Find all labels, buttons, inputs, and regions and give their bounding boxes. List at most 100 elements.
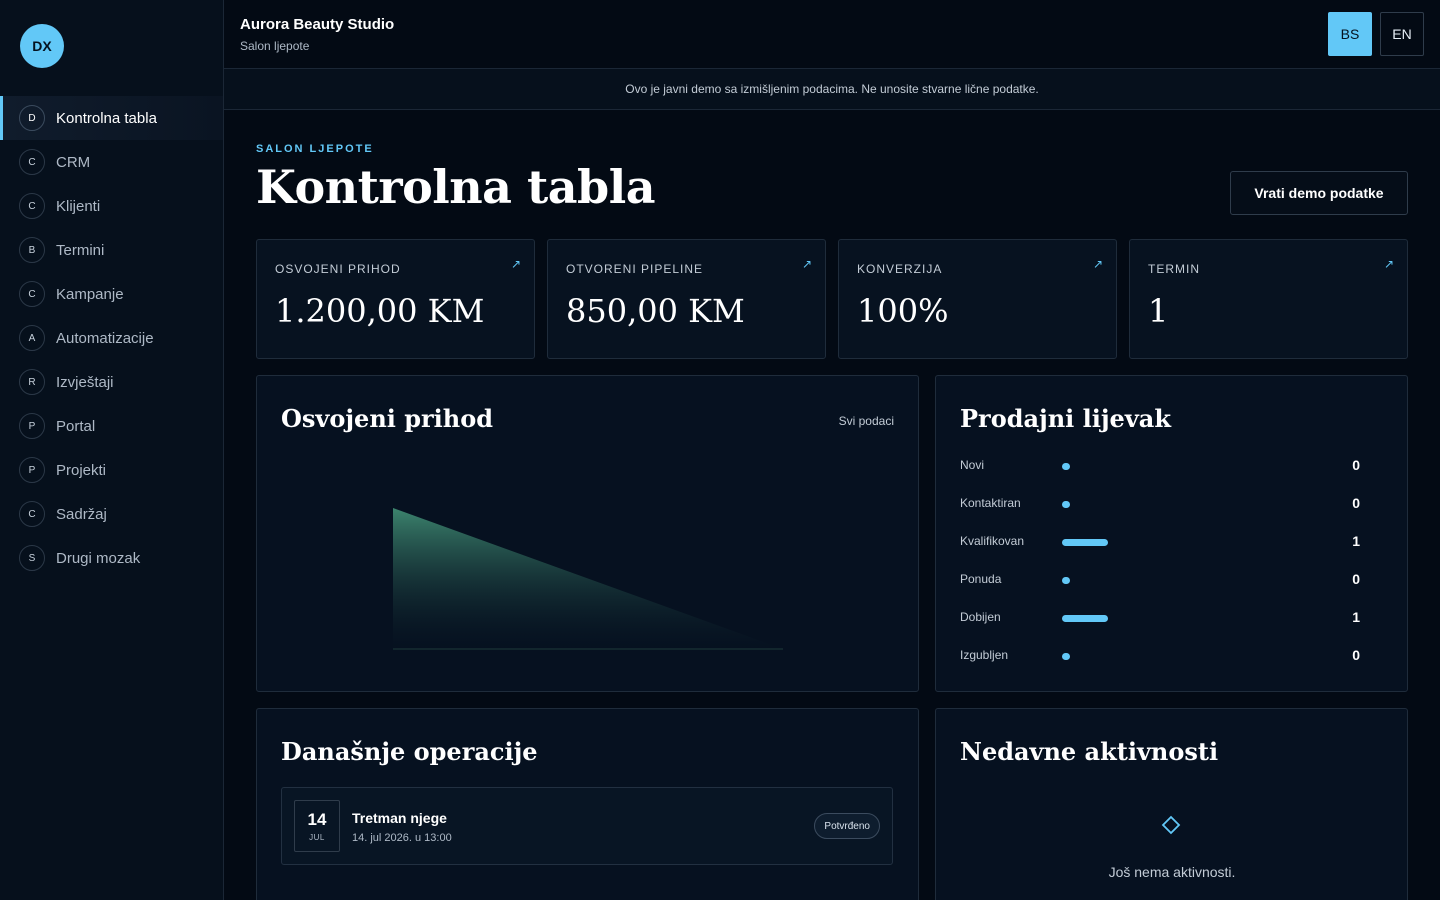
funnel-row: Dobijen 1 [960,608,1384,628]
app-logo[interactable]: DX [20,24,64,68]
today-operations-card: Današnje operacije 14 JUL Tretman njege … [256,708,919,900]
funnel-bar [1062,577,1070,584]
funnel-row: Izgubljen 0 [960,646,1384,666]
sidebar-nav: D Kontrolna tabla C CRM C Klijenti B Ter… [0,96,223,580]
sidebar-item-klijenti[interactable]: C Klijenti [0,184,223,228]
arrow-up-right-icon: ↗ [801,257,812,271]
sidebar-item-label: CRM [56,153,91,171]
funnel-stage-label: Izgubljen [960,648,1009,662]
recent-activity-card: Nedavne aktivnosti Još nema aktivnosti. [935,708,1408,900]
top-bar: Aurora Beauty Studio Salon ljepote BS EN [224,0,1440,69]
kpi-value: 850,00 KM [566,292,745,330]
operation-item[interactable]: 14 JUL Tretman njege 14. jul 2026. u 13:… [281,787,893,865]
sidebar-item-kontrolna-tabla[interactable]: D Kontrolna tabla [0,96,223,140]
kpi-card-won-revenue[interactable]: OSVOJENI PRIHOD ↗ 1.200,00 KM [256,239,535,359]
nav-badge-icon: D [19,105,45,131]
date-month: JUL [309,833,325,842]
sidebar-item-label: Termini [56,241,105,259]
kpi-value: 100% [857,292,949,330]
sales-funnel-card: Prodajni lijevak Novi 0 Kontaktiran 0 Kv… [935,375,1408,692]
sidebar-item-automatizacije[interactable]: A Automatizacije [0,316,223,360]
funnel-stage-label: Novi [960,458,985,472]
nav-badge-icon: C [19,193,45,219]
arrow-up-right-icon: ↗ [1383,257,1394,271]
sidebar-item-termini[interactable]: B Termini [0,228,223,272]
funnel-stage-label: Dobijen [960,610,1001,624]
funnel-stage-count: 0 [1352,457,1360,473]
card-title: Prodajni lijevak [960,404,1171,433]
operation-time: 14. jul 2026. u 13:00 [352,832,452,844]
funnel-stage-count: 0 [1352,647,1360,663]
sidebar-item-projekti[interactable]: P Projekti [0,448,223,492]
funnel-row: Kontaktiran 0 [960,494,1384,514]
reset-demo-data-button[interactable]: Vrati demo podatke [1230,171,1408,215]
funnel-stage-label: Kvalifikovan [960,534,1025,548]
sidebar-item-label: Klijenti [56,197,101,215]
sidebar-item-label: Projekti [56,461,107,479]
funnel-bar [1062,463,1070,470]
kpi-label: KONVERZIJA [857,262,943,276]
funnel-bar [1062,615,1108,622]
studio-subtitle: Salon ljepote [240,39,310,53]
sidebar-item-portal[interactable]: P Portal [0,404,223,448]
kpi-card-conversion[interactable]: KONVERZIJA ↗ 100% [838,239,1117,359]
diamond-icon [1161,815,1181,835]
card-title: Nedavne aktivnosti [960,737,1219,766]
nav-badge-icon: A [19,325,45,351]
funnel-stage-count: 1 [1352,533,1360,549]
sidebar-item-label: Portal [56,417,96,435]
sidebar-item-label: Drugi mozak [56,549,141,567]
status-badge: Potvrđeno [814,813,880,839]
funnel-stage-label: Ponuda [960,572,1002,586]
funnel-bar [1062,653,1070,660]
kpi-card-open-pipeline[interactable]: OTVORENI PIPELINE ↗ 850,00 KM [547,239,826,359]
kpi-value: 1 [1148,292,1169,330]
nav-badge-icon: R [19,369,45,395]
sidebar-item-izvjestaji[interactable]: R Izvještaji [0,360,223,404]
funnel-row: Novi 0 [960,456,1384,476]
nav-badge-icon: C [19,281,45,307]
sidebar-item-label: Automatizacije [56,329,154,347]
arrow-up-right-icon: ↗ [510,257,521,271]
revenue-area-chart [393,508,783,650]
arrow-up-right-icon: ↗ [1092,257,1103,271]
sidebar-item-label: Izvještaji [56,373,114,391]
page-title: Kontrolna tabla [256,160,656,214]
funnel-stage-count: 0 [1352,495,1360,511]
sidebar-item-crm[interactable]: C CRM [0,140,223,184]
date-day: 14 [307,810,327,829]
sidebar: DX D Kontrolna tabla C CRM C Klijenti B … [0,0,224,900]
kpi-value: 1.200,00 KM [275,292,485,330]
kpi-label: OTVORENI PIPELINE [566,262,704,276]
date-badge: 14 JUL [294,800,340,852]
nav-badge-icon: C [19,149,45,175]
sidebar-item-label: Sadržaj [56,505,107,523]
sidebar-item-label: Kontrolna tabla [56,109,157,127]
sidebar-item-drugi-mozak[interactable]: S Drugi mozak [0,536,223,580]
demo-notice-banner: Ovo je javni demo sa izmišljenim podacim… [224,69,1440,110]
funnel-row: Ponuda 0 [960,570,1384,590]
card-title: Današnje operacije [281,737,538,766]
funnel-stage-count: 0 [1352,571,1360,587]
nav-badge-icon: S [19,545,45,571]
funnel-bar [1062,501,1070,508]
operation-title: Tretman njege [352,810,447,826]
sidebar-item-label: Kampanje [56,285,124,303]
language-en-button[interactable]: EN [1380,12,1424,56]
nav-badge-icon: P [19,413,45,439]
kpi-label: OSVOJENI PRIHOD [275,262,401,276]
page-eyebrow: SALON LJEPOTE [256,143,374,155]
revenue-chart-card: Osvojeni prihod Svi podaci [256,375,919,692]
funnel-bar [1062,539,1108,546]
empty-state-text: Još nema aktivnosti. [1108,864,1236,880]
language-bs-button[interactable]: BS [1328,12,1372,56]
nav-badge-icon: P [19,457,45,483]
kpi-card-appointments[interactable]: TERMIN ↗ 1 [1129,239,1408,359]
sidebar-item-kampanje[interactable]: C Kampanje [0,272,223,316]
sidebar-item-sadrzaj[interactable]: C Sadržaj [0,492,223,536]
nav-badge-icon: C [19,501,45,527]
nav-badge-icon: B [19,237,45,263]
kpi-label: TERMIN [1148,262,1200,276]
revenue-area [393,508,783,649]
funnel-stage-count: 1 [1352,609,1360,625]
